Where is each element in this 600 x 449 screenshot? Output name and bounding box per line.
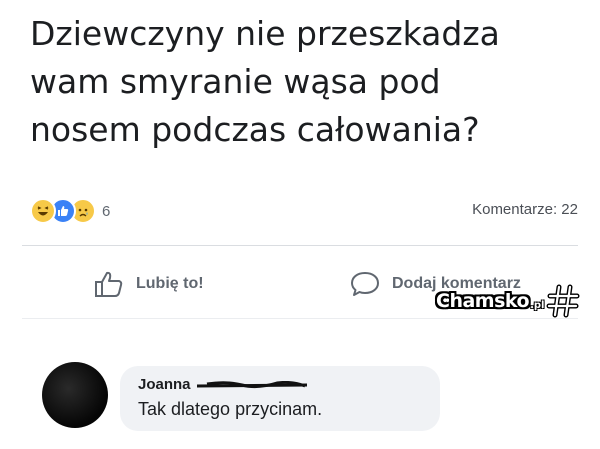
haha-reaction-icon: [30, 198, 56, 224]
like-button[interactable]: Lubię to!: [94, 270, 204, 298]
reaction-count: 6: [102, 202, 111, 220]
divider: [22, 318, 578, 319]
redacted-scribble: [196, 380, 307, 388]
divider: [22, 245, 578, 246]
like-button-label: Lubię to!: [136, 275, 204, 292]
watermark-suffix: .pl: [530, 299, 545, 311]
avatar[interactable]: [42, 362, 108, 428]
comment-text: Tak dlatego przycinam.: [138, 399, 323, 419]
post-text: Dziewczyny nie przeszkadza wam smyranie …: [30, 14, 500, 149]
reactions-summary[interactable]: 6: [30, 198, 110, 224]
speech-bubble-icon: [351, 272, 379, 296]
watermark: Chamsko .pl: [436, 284, 580, 318]
comments-count-link[interactable]: Komentarze: 22: [472, 201, 578, 218]
comment-bubble: Joanna Tak dlatego przycinam.: [120, 366, 440, 431]
thumbs-up-icon: [95, 271, 123, 297]
comment-author[interactable]: Joanna: [138, 376, 191, 393]
watermark-text: Chamsko: [436, 290, 530, 312]
hashtag-logo-icon: [546, 284, 580, 318]
